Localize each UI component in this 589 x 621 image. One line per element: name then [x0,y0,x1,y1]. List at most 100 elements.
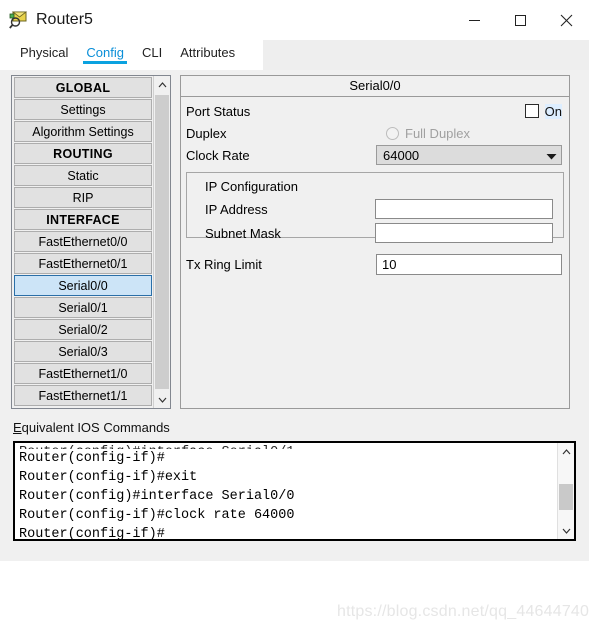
window-controls [451,0,589,40]
ios-label-mnemonic: E [13,420,22,435]
tab-active-indicator [83,61,127,64]
sidebar-item-serial0-2-label: Serial0/2 [58,323,108,337]
ios-scroll-up-button[interactable] [558,443,574,460]
sidebar-section-interface-label: INTERFACE [46,213,120,227]
clock-rate-label: Clock Rate [186,147,250,163]
clock-rate-dropdown[interactable]: 64000 [376,145,562,165]
tab-strip: Physical Config CLI Attributes [0,40,589,70]
ios-label-rest: quivalent IOS Commands [21,420,170,435]
sidebar-section-interface: INTERFACE [14,209,152,230]
ip-configuration-title: IP Configuration [205,179,298,194]
ios-commands-text: Router(config)#interface Serial0/1 Route… [15,443,557,539]
chevron-down-icon [158,397,166,403]
interface-config-panel: Serial0/0 Port Status On Duplex Full Dup… [180,75,570,409]
sidebar-item-fastethernet0-0-label: FastEthernet0/0 [38,235,128,249]
chevron-down-icon [546,148,557,163]
sidebar-item-fastethernet0-0[interactable]: FastEthernet0/0 [14,231,152,252]
port-status-row: Port Status On [186,100,564,122]
ios-scroll-thumb[interactable] [559,484,573,510]
chevron-up-icon [562,448,570,454]
sidebar-item-static-label: Static [67,169,99,183]
sidebar-item-fastethernet0-1-label: FastEthernet0/1 [38,257,128,271]
sidebar-item-serial0-0[interactable]: Serial0/0 [14,275,152,296]
config-sidebar: GLOBAL Settings Algorithm Settings ROUTI… [11,75,171,409]
full-duplex-radio[interactable] [386,126,399,140]
sidebar-item-fastethernet1-1-label: FastEthernet1/1 [38,389,128,403]
sidebar-item-rip[interactable]: RIP [14,187,152,208]
sidebar-item-settings[interactable]: Settings [14,99,152,120]
tx-ring-limit-label: Tx Ring Limit [186,256,262,272]
sidebar-item-algorithm-settings[interactable]: Algorithm Settings [14,121,152,142]
sidebar-item-serial0-1[interactable]: Serial0/1 [14,297,152,318]
sidebar-item-list: GLOBAL Settings Algorithm Settings ROUTI… [12,76,153,408]
ios-line: Router(config)#interface Serial0/0 [19,489,295,504]
chevron-down-icon [562,528,570,534]
sidebar-section-routing: ROUTING [14,143,152,164]
maximize-icon [514,14,526,26]
sidebar-item-algorithm-settings-label: Algorithm Settings [32,125,134,139]
panel-title: Serial0/0 [181,76,569,97]
port-status-label: Port Status [186,103,251,119]
ios-line-clipped: Router(config)#interface Serial0/1 [19,443,557,449]
sidebar-scroll-down-button[interactable] [154,391,170,408]
close-icon [560,14,572,26]
tab-physical-label: Physical [20,45,69,60]
sidebar-item-serial0-2[interactable]: Serial0/2 [14,319,152,340]
tab-physical[interactable]: Physical [11,40,77,65]
sidebar-scroll-thumb[interactable] [155,95,169,389]
duplex-control[interactable]: Full Duplex [386,126,470,141]
title-bar: Router5 [0,0,589,40]
tx-ring-limit-input[interactable]: 10 [376,253,562,275]
full-duplex-label: Full Duplex [405,125,471,141]
sidebar-item-fastethernet0-1[interactable]: FastEthernet0/1 [14,253,152,274]
tab-attributes[interactable]: Attributes [171,40,244,65]
content-area: GLOBAL Settings Algorithm Settings ROUTI… [0,70,589,620]
tab-config[interactable]: Config [77,40,133,65]
ip-address-label: IP Address [205,201,268,217]
ios-scroll-track[interactable] [558,460,574,522]
sidebar-scrollbar[interactable] [153,76,170,408]
sidebar-section-global: GLOBAL [14,77,152,98]
tab-cli-label: CLI [142,45,163,60]
sidebar-item-fastethernet1-1[interactable]: FastEthernet1/1 [14,385,152,406]
minimize-button[interactable] [451,0,497,40]
duplex-row: Duplex Full Duplex [186,122,564,144]
close-button[interactable] [543,0,589,40]
tab-cli[interactable]: CLI [133,40,171,65]
ip-address-row: IP Address [195,197,555,221]
router-device-icon [8,9,30,31]
clock-rate-value: 64000 [383,147,420,163]
tx-ring-limit-row: Tx Ring Limit 10 [186,252,564,276]
equivalent-ios-commands-label: Equivalent IOS Commands [13,420,170,435]
ip-configuration-group: IP Configuration IP Address Subnet Mask [186,172,564,243]
panel-body: Port Status On Duplex Full Duplex Clock … [181,97,569,276]
port-status-control[interactable]: On [524,103,562,119]
sidebar-section-routing-label: ROUTING [53,147,113,161]
sidebar-item-serial0-0-label: Serial0/0 [58,279,108,293]
subnet-mask-row: Subnet Mask [195,221,555,245]
chevron-up-icon [158,81,166,87]
ios-commands-console[interactable]: Router(config)#interface Serial0/1 Route… [13,441,576,541]
sidebar-item-serial0-3[interactable]: Serial0/3 [14,341,152,362]
ios-scroll-down-button[interactable] [558,522,574,539]
sidebar-item-static[interactable]: Static [14,165,152,186]
clock-rate-row: Clock Rate 64000 [186,144,564,166]
ios-console-scrollbar[interactable] [557,443,574,539]
minimize-icon [468,19,480,21]
ios-line: Router(config-if)#clock rate 64000 [19,508,295,523]
ip-address-input[interactable] [375,199,553,219]
port-status-on-label: On [544,103,562,119]
sidebar-scroll-up-button[interactable] [154,76,170,93]
maximize-button[interactable] [497,0,543,40]
subnet-mask-label: Subnet Mask [205,225,281,241]
ios-line: Router(config-if)# [19,527,165,539]
sidebar-item-serial0-3-label: Serial0/3 [58,345,108,359]
tab-config-label: Config [86,45,124,60]
ios-line: Router(config-if)# [19,451,165,466]
port-status-checkbox[interactable] [524,104,539,118]
subnet-mask-input[interactable] [375,223,553,243]
ios-line: Router(config-if)#exit [19,470,198,485]
sidebar-item-settings-label: Settings [60,103,106,117]
sidebar-item-fastethernet1-0[interactable]: FastEthernet1/0 [14,363,152,384]
sidebar-scroll-track[interactable] [154,93,170,391]
